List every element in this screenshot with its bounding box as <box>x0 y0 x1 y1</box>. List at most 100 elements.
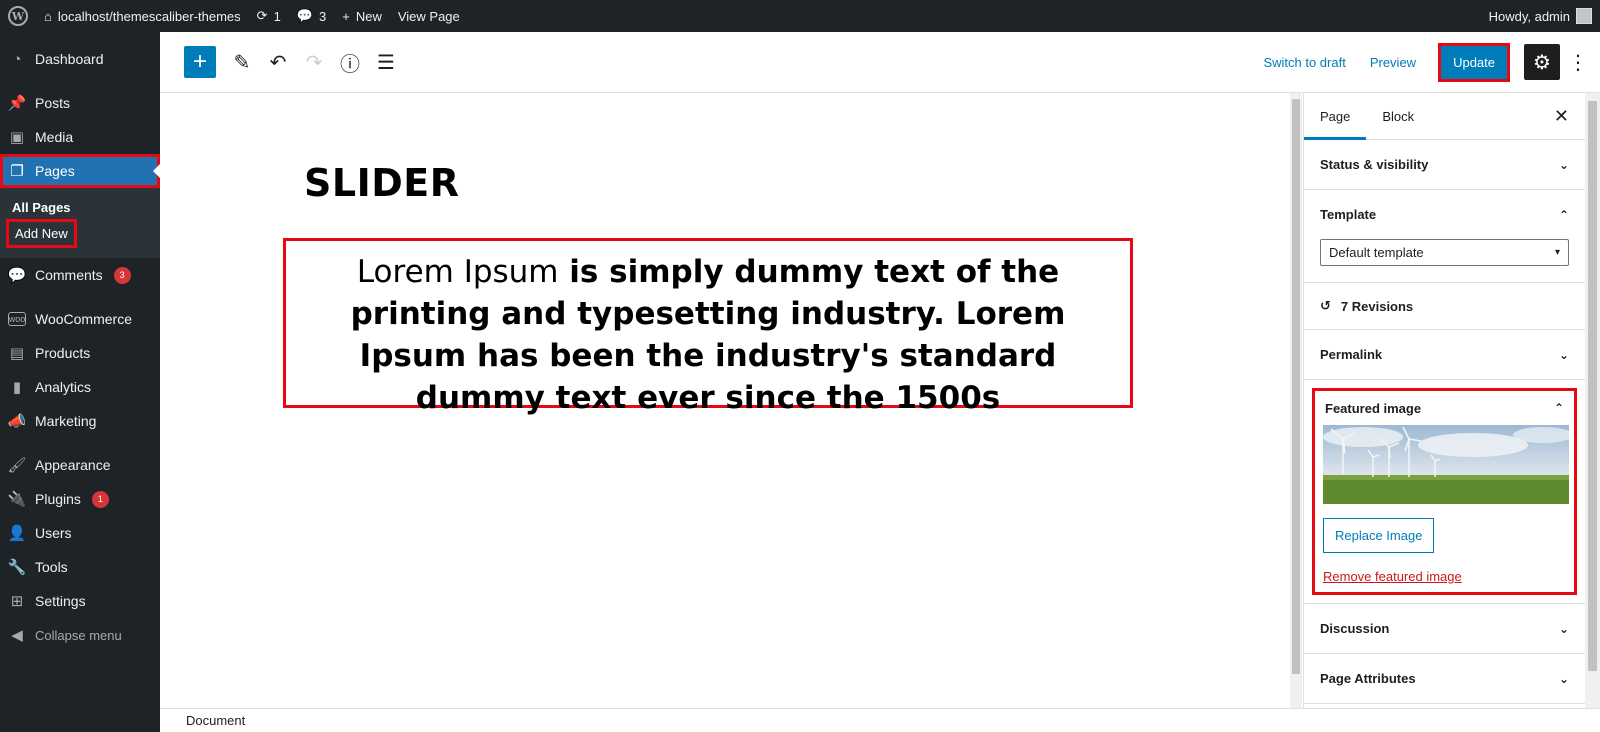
view-page-link[interactable]: View Page <box>390 0 468 32</box>
sidebar-item-label: Posts <box>35 95 71 111</box>
sidebar-item-settings[interactable]: ⊞ Settings <box>0 584 160 618</box>
sidebar-item-label: Plugins <box>35 491 81 507</box>
canvas-scrollbar-thumb[interactable] <box>1292 99 1300 674</box>
sidebar-item-label: Tools <box>35 559 68 575</box>
new-label: New <box>355 8 382 24</box>
submenu-add-new[interactable]: Add New <box>6 219 77 248</box>
permalink-toggle[interactable]: Permalink ⌄ <box>1304 330 1585 379</box>
redo-button[interactable]: ↷ <box>298 46 330 78</box>
status-visibility-toggle[interactable]: Status & visibility ⌄ <box>1304 140 1585 189</box>
page-attributes-toggle[interactable]: Page Attributes ⌄ <box>1304 654 1585 703</box>
undo-button[interactable]: ↶ <box>262 46 294 78</box>
history-icon: ↺ <box>1320 298 1331 313</box>
bar-chart-icon: ▮ <box>12 379 22 396</box>
tab-page[interactable]: Page <box>1304 93 1367 140</box>
template-select-value: Default template <box>1329 245 1424 260</box>
replace-image-button[interactable]: Replace Image <box>1323 518 1435 553</box>
sidebar-item-marketing[interactable]: 📣 Marketing <box>0 404 160 438</box>
gear-icon: ⚙ <box>1533 51 1551 74</box>
featured-image-thumbnail[interactable] <box>1323 425 1569 504</box>
plus-icon: + <box>192 48 207 75</box>
template-section: Template ⌃ Default template ▾ <box>1304 190 1585 283</box>
sidebar-item-label: Marketing <box>35 413 97 429</box>
sidebar-item-products[interactable]: ▤ Products <box>0 336 160 370</box>
plus-icon: + <box>342 8 350 24</box>
editor-toolbar: + ✎ ↶ ↷ ⓘ ☰ Switch to draft Preview Upda… <box>160 32 1600 93</box>
sidebar-item-label: Media <box>35 129 74 145</box>
discussion-toggle[interactable]: Discussion ⌄ <box>1304 604 1585 653</box>
settings-button[interactable]: ⚙ <box>1524 44 1560 80</box>
site-name-link[interactable]: ⌂ localhost/themescaliber-themes <box>36 0 249 32</box>
avatar <box>1576 8 1592 24</box>
panel-tabs: Page Block ✕ <box>1304 93 1585 140</box>
sidebar-item-media[interactable]: ▣ Media <box>0 120 160 154</box>
submenu-all-pages[interactable]: All Pages <box>0 196 160 219</box>
status-visibility-section: Status & visibility ⌄ <box>1304 140 1585 190</box>
edit-tools-button[interactable]: ✎ <box>226 46 258 78</box>
switch-to-draft-button[interactable]: Switch to draft <box>1251 55 1357 70</box>
comments-count: 3 <box>319 8 327 24</box>
section-title: Status & visibility <box>1320 157 1429 172</box>
revisions-label: 7 Revisions <box>1340 298 1414 314</box>
home-icon: ⌂ <box>44 8 52 24</box>
template-select[interactable]: Default template ▾ <box>1320 239 1569 266</box>
sidebar-item-appearance[interactable]: 🖌 Appearance <box>0 448 160 482</box>
preview-button[interactable]: Preview <box>1358 55 1428 70</box>
chevron-down-icon: ⌄ <box>1558 671 1569 686</box>
new-content-link[interactable]: + New <box>334 0 390 32</box>
list-view-button[interactable]: ☰ <box>370 46 402 78</box>
sidebar-item-pages[interactable]: ❐ Pages <box>0 154 160 188</box>
update-button[interactable]: Update <box>1441 45 1507 79</box>
details-button[interactable]: ⓘ <box>334 46 366 78</box>
page-title[interactable]: SLIDER <box>304 161 459 205</box>
undo-icon: ↶ <box>269 51 287 74</box>
updates-icon: ⟳ <box>256 8 268 23</box>
more-options-button[interactable]: ⋮ <box>1566 50 1590 75</box>
sidebar-item-label: Comments <box>35 267 103 283</box>
pages-submenu: All Pages Add New <box>0 188 160 258</box>
revisions-link[interactable]: ↺ 7 Revisions <box>1304 283 1585 329</box>
wind-turbines-image <box>1323 425 1569 504</box>
tab-block[interactable]: Block <box>1366 93 1430 140</box>
featured-image-section: Featured image ⌃ Replace Image Remove fe… <box>1304 388 1585 604</box>
info-icon: ⓘ <box>340 53 360 76</box>
template-toggle[interactable]: Template ⌃ <box>1304 190 1585 239</box>
sidebar-item-label: Pages <box>35 163 75 179</box>
discussion-section: Discussion ⌄ <box>1304 604 1585 654</box>
panel-scrollbar-thumb[interactable] <box>1588 101 1597 671</box>
add-block-button[interactable]: + <box>184 46 216 78</box>
update-highlight: Update <box>1438 42 1510 82</box>
paragraph-block[interactable]: Lorem Ipsum is simply dummy text of the … <box>283 238 1133 416</box>
sidebar-item-tools[interactable]: 🔧 Tools <box>0 550 160 584</box>
sidebar-item-label: Analytics <box>35 379 92 395</box>
revisions-section: ↺ 7 Revisions <box>1304 283 1585 330</box>
collapse-menu-button[interactable]: ◀ Collapse menu <box>0 618 160 652</box>
breadcrumb-document[interactable]: Document <box>186 713 245 728</box>
updates-link[interactable]: ⟳ 1 <box>249 0 289 32</box>
remove-featured-image-link[interactable]: Remove featured image <box>1323 569 1566 584</box>
sidebar-item-comments[interactable]: 💬 Comments 3 <box>0 258 160 292</box>
sidebar-item-woocommerce[interactable]: woo WooCommerce <box>0 302 160 336</box>
account-menu[interactable]: Howdy, admin <box>1481 0 1600 32</box>
sidebar-item-users[interactable]: 👤 Users <box>0 516 160 550</box>
comments-link[interactable]: 💬 3 <box>289 0 334 32</box>
close-icon[interactable]: ✕ <box>1554 106 1569 127</box>
pages-icon: ❐ <box>10 163 24 180</box>
permalink-section: Permalink ⌄ <box>1304 330 1585 380</box>
megaphone-icon: 📣 <box>7 413 27 430</box>
sidebar-item-dashboard[interactable]: ◔ Dashboard <box>0 42 160 76</box>
sidebar-item-analytics[interactable]: ▮ Analytics <box>0 370 160 404</box>
wrench-icon: 🔧 <box>7 559 27 576</box>
wordpress-logo[interactable]: W <box>0 0 36 32</box>
sidebar-item-posts[interactable]: 📌 Posts <box>0 86 160 120</box>
site-name: localhost/themescaliber-themes <box>57 8 241 24</box>
sidebar-item-plugins[interactable]: 🔌 Plugins 1 <box>0 482 160 516</box>
comments-badge: 3 <box>113 266 131 284</box>
list-icon: ☰ <box>377 51 395 74</box>
featured-image-toggle[interactable]: Featured image ⌃ <box>1320 391 1569 425</box>
sidebar-item-label: Settings <box>35 593 86 609</box>
chevron-up-icon: ⌃ <box>1553 401 1564 415</box>
panel-scrollbar[interactable] <box>1585 93 1600 708</box>
canvas-scrollbar[interactable] <box>1290 93 1302 708</box>
howdy-label: Howdy, admin <box>1488 8 1570 24</box>
